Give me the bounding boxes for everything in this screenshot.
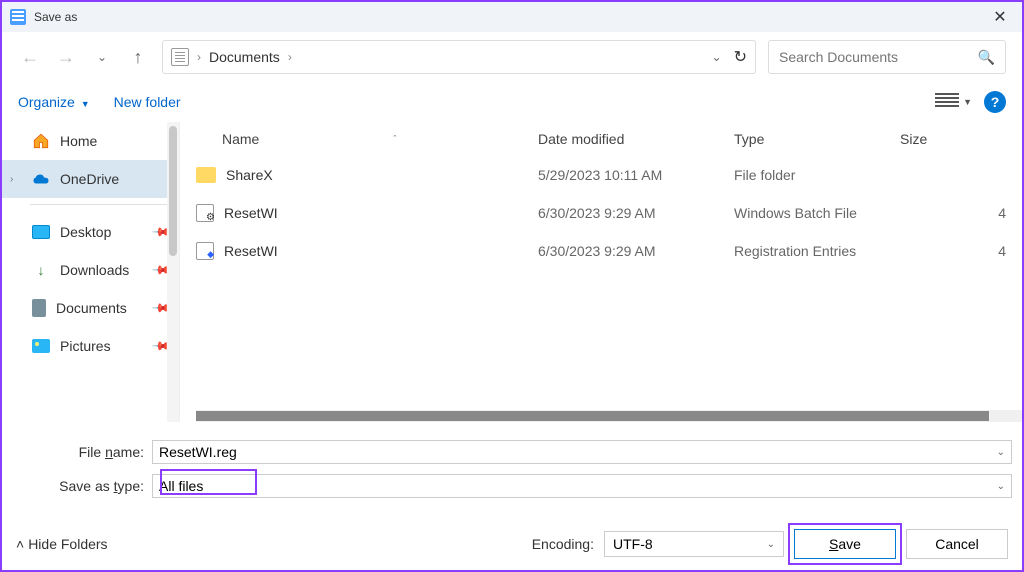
sidebar-item-downloads[interactable]: ↓ Downloads 📌: [2, 251, 179, 289]
bat-icon: [196, 204, 214, 222]
close-button[interactable]: ✕: [986, 3, 1014, 31]
recent-dropdown[interactable]: ⌄: [90, 45, 114, 69]
saveastype-dropdown[interactable]: All files ⌄: [152, 474, 1012, 498]
file-type: Windows Batch File: [734, 205, 900, 221]
filename-input[interactable]: ResetWI.reg ⌄: [152, 440, 1012, 464]
sidebar-label: Pictures: [60, 338, 111, 354]
file-row[interactable]: ShareX 5/29/2023 10:11 AMFile folder: [180, 156, 1022, 194]
list-view-icon: [935, 93, 959, 111]
help-icon[interactable]: ?: [984, 91, 1006, 113]
column-header-size[interactable]: Size: [900, 131, 1014, 147]
nav-bar: ← → ⌄ ↑ › Documents › ⌄ ↻ 🔍: [2, 32, 1022, 82]
input-area: File name: ResetWI.reg ⌄ Save as type: A…: [2, 422, 1022, 510]
search-input[interactable]: [779, 49, 978, 65]
encoding-value: UTF-8: [613, 536, 653, 552]
sidebar-label: Documents: [56, 300, 127, 316]
file-date: 6/30/2023 9:29 AM: [538, 205, 734, 221]
organize-button[interactable]: Organize ▼: [18, 94, 90, 110]
file-type: File folder: [734, 167, 900, 183]
window-title: Save as: [34, 10, 986, 24]
documents-folder-icon: [171, 48, 189, 66]
folder-icon: [196, 167, 216, 183]
new-folder-button[interactable]: New folder: [114, 94, 181, 110]
download-icon: ↓: [32, 261, 50, 279]
sidebar-label: Desktop: [60, 224, 111, 240]
forward-button[interactable]: →: [54, 45, 78, 69]
dropdown-caret-icon[interactable]: ⌄: [997, 481, 1005, 492]
addr-dropdown-icon[interactable]: ⌄: [712, 50, 722, 64]
notepad-icon: [10, 9, 26, 25]
sort-indicator-icon: ˆ: [393, 134, 396, 144]
titlebar: Save as ✕: [2, 2, 1022, 32]
file-row[interactable]: ResetWI 6/30/2023 9:29 AMRegistration Ent…: [180, 232, 1022, 270]
toolbar: Organize ▼ New folder ▼ ?: [2, 82, 1022, 122]
horizontal-scrollbar[interactable]: [196, 410, 1022, 422]
saveastype-label: Save as type:: [12, 478, 152, 494]
column-headers: Nameˆ Date modified Type Size: [180, 122, 1022, 156]
scrollbar-thumb[interactable]: [196, 411, 989, 421]
scrollbar-thumb[interactable]: [169, 126, 177, 256]
save-button[interactable]: Save: [794, 529, 896, 559]
home-icon: [32, 132, 50, 150]
back-button[interactable]: ←: [18, 45, 42, 69]
sidebar-item-home[interactable]: Home: [2, 122, 179, 160]
refresh-icon[interactable]: ↻: [734, 47, 747, 67]
filename-label: File name:: [12, 444, 152, 460]
dropdown-caret-icon[interactable]: ⌄: [997, 447, 1005, 458]
file-type: Registration Entries: [734, 243, 900, 259]
documents-icon: [32, 299, 46, 317]
chevron-right-icon: ›: [197, 50, 201, 64]
sidebar-divider: [30, 204, 167, 205]
column-header-name[interactable]: Nameˆ: [188, 131, 538, 147]
filename-value: ResetWI.reg: [159, 444, 237, 460]
sidebar-scrollbar[interactable]: [167, 122, 179, 422]
address-bar[interactable]: › Documents › ⌄ ↻: [162, 40, 756, 74]
sidebar-item-onedrive[interactable]: › OneDrive: [2, 160, 179, 198]
chevron-right-icon: ›: [10, 174, 13, 185]
sidebar-item-documents[interactable]: Documents 📌: [2, 289, 179, 327]
file-size: 4: [900, 243, 1014, 259]
encoding-label: Encoding:: [532, 536, 594, 552]
cancel-button[interactable]: Cancel: [906, 529, 1008, 559]
sidebar-item-pictures[interactable]: Pictures 📌: [2, 327, 179, 365]
hide-folders-button[interactable]: ˄Hide Folders: [16, 536, 108, 552]
sidebar: Home › OneDrive Desktop 📌 ↓ Downloads 📌 …: [2, 122, 180, 422]
encoding-dropdown[interactable]: UTF-8 ⌄: [604, 531, 784, 557]
file-name: ResetWI: [224, 205, 278, 221]
file-row[interactable]: ResetWI 6/30/2023 9:29 AMWindows Batch Fi…: [180, 194, 1022, 232]
up-button[interactable]: ↑: [126, 45, 150, 69]
sidebar-label: Downloads: [60, 262, 129, 278]
file-name: ResetWI: [224, 243, 278, 259]
dropdown-caret-icon[interactable]: ⌄: [767, 539, 775, 550]
pictures-icon: [32, 339, 50, 353]
bottom-bar: ˄Hide Folders Encoding: UTF-8 ⌄ Save Can…: [2, 518, 1022, 570]
column-header-date[interactable]: Date modified: [538, 131, 734, 147]
column-header-type[interactable]: Type: [734, 131, 900, 147]
sidebar-label: OneDrive: [60, 171, 119, 187]
desktop-icon: [32, 225, 50, 239]
file-date: 5/29/2023 10:11 AM: [538, 167, 734, 183]
search-icon[interactable]: 🔍: [978, 49, 995, 66]
sidebar-item-desktop[interactable]: Desktop 📌: [2, 213, 179, 251]
chevron-up-icon: ˄: [16, 536, 24, 552]
cloud-icon: [32, 170, 50, 188]
view-button[interactable]: ▼: [935, 93, 972, 111]
search-box[interactable]: 🔍: [768, 40, 1006, 74]
file-name: ShareX: [226, 167, 273, 183]
file-list-pane: Nameˆ Date modified Type Size ShareX 5/29…: [180, 122, 1022, 422]
breadcrumb-documents[interactable]: Documents: [209, 49, 280, 65]
saveastype-value: All files: [159, 478, 203, 494]
file-date: 6/30/2023 9:29 AM: [538, 243, 734, 259]
sidebar-label: Home: [60, 133, 97, 149]
reg-icon: [196, 242, 214, 260]
chevron-right-icon: ›: [288, 50, 292, 64]
file-size: 4: [900, 205, 1014, 221]
